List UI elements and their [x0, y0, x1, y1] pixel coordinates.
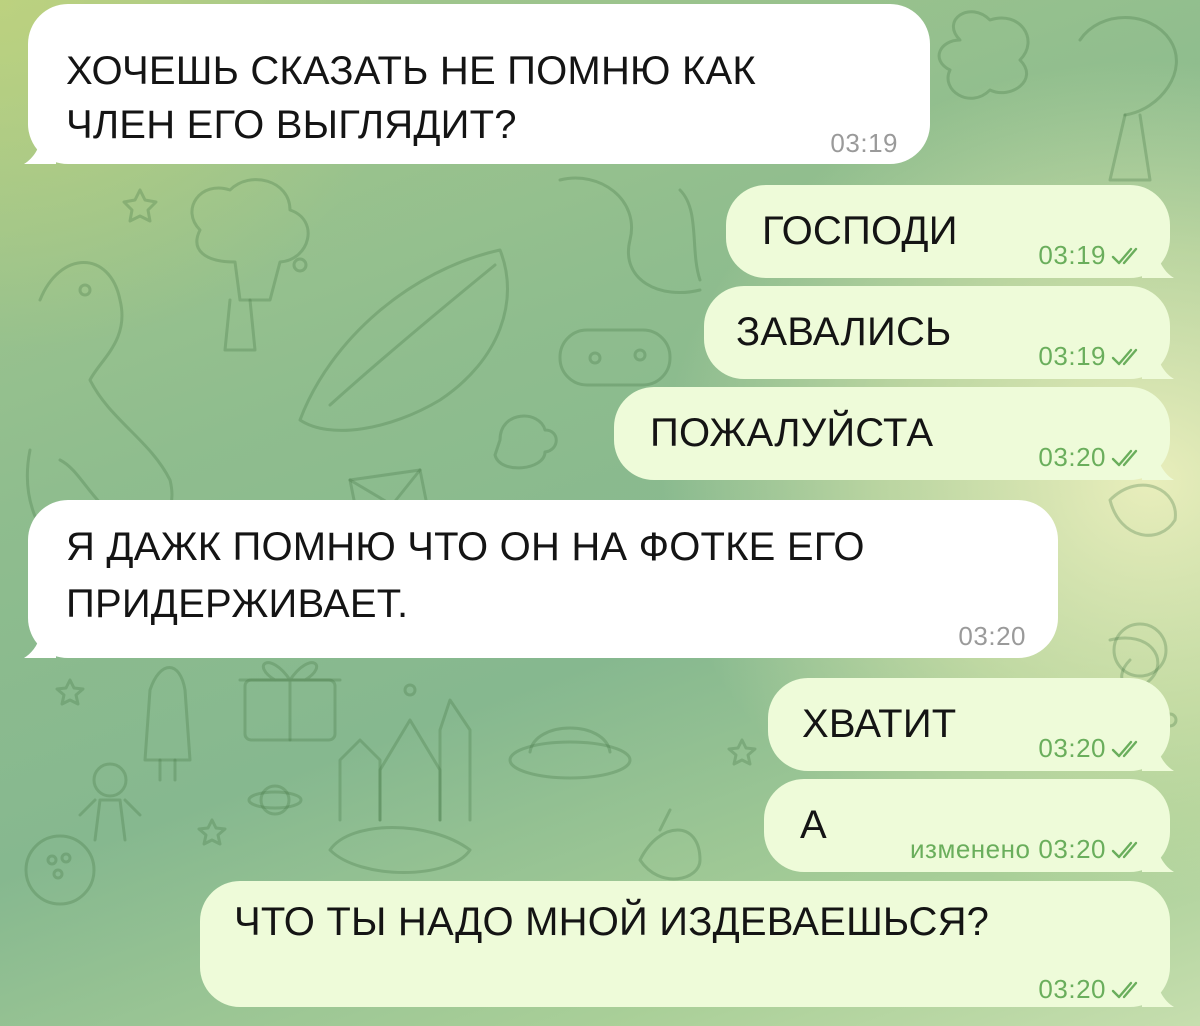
outgoing-message[interactable]: А изменено 03:20: [764, 779, 1174, 872]
message-meta: изменено 03:20: [910, 823, 1144, 876]
edited-label: изменено: [910, 834, 1031, 864]
message-meta: 03:20: [1038, 963, 1144, 1016]
double-check-icon: [1111, 981, 1138, 998]
message-text: ХВАТИТ: [802, 702, 957, 746]
incoming-message[interactable]: Я ДАЖК ПОМНЮ ЧТО ОН НА ФОТКЕ ЕГО ПРИДЕРЖ…: [24, 500, 1058, 658]
message-text-line: ЧЛЕН ЕГО ВЫГЛЯДИТ?: [66, 103, 517, 147]
message-text: ГОСПОДИ: [762, 209, 958, 253]
message-time: 03:20: [1038, 974, 1106, 1004]
incoming-message[interactable]: ХОЧЕШЬ СКАЗАТЬ НЕ ПОМНЮ КАК ЧЛЕН ЕГО ВЫГ…: [24, 4, 930, 164]
bubble-tail: [1142, 731, 1174, 771]
bubble-tail: [1142, 339, 1174, 379]
message-text: ПОЖАЛУЙСТА: [650, 411, 934, 455]
message-time: 03:19: [830, 128, 898, 158]
bubble-tail: [1142, 967, 1174, 1007]
double-check-icon: [1111, 740, 1138, 757]
message-time: 03:20: [1038, 442, 1106, 472]
message-time: 03:20: [1038, 733, 1106, 763]
message-text-line: Я ДАЖК ПОМНЮ ЧТО ОН НА ФОТКЕ ЕГО: [66, 525, 865, 569]
message-time: 03:20: [958, 621, 1026, 651]
message-text: ЗАВАЛИСЬ: [736, 310, 952, 354]
message-text-line: ПРИДЕРЖИВАЕТ.: [66, 582, 409, 626]
message-meta: 03:19: [1038, 229, 1144, 282]
double-check-icon: [1111, 348, 1138, 365]
bubble-tail: [1142, 832, 1174, 872]
bubble-tail: [24, 124, 56, 164]
message-text: ЧТО ТЫ НАДО МНОЙ ИЗДЕВАЕШЬСЯ?: [234, 900, 990, 944]
message-meta: 03:20: [958, 610, 1026, 663]
message-meta: 03:19: [1038, 330, 1144, 383]
message-time: 03:19: [1038, 240, 1106, 270]
message-text-line: ХОЧЕШЬ СКАЗАТЬ НЕ ПОМНЮ КАК: [66, 49, 756, 93]
bubble-tail: [24, 618, 56, 658]
outgoing-message[interactable]: ХВАТИТ 03:20: [768, 678, 1174, 771]
message-text: А: [800, 803, 827, 847]
outgoing-message[interactable]: ЗАВАЛИСЬ 03:19: [704, 286, 1174, 379]
bubble-tail: [1142, 440, 1174, 480]
message-time: 03:19: [1038, 341, 1106, 371]
double-check-icon: [1111, 247, 1138, 264]
message-time: 03:20: [1038, 834, 1106, 864]
message-meta: 03:20: [1038, 722, 1144, 775]
double-check-icon: [1111, 841, 1138, 858]
message-meta: 03:19: [830, 117, 898, 170]
bubble-tail: [1142, 238, 1174, 278]
outgoing-message[interactable]: ГОСПОДИ 03:19: [726, 185, 1174, 278]
outgoing-message[interactable]: ЧТО ТЫ НАДО МНОЙ ИЗДЕВАЕШЬСЯ? 03:20: [200, 881, 1174, 1007]
message-meta: 03:20: [1038, 431, 1144, 484]
double-check-icon: [1111, 449, 1138, 466]
outgoing-message[interactable]: ПОЖАЛУЙСТА 03:20: [614, 387, 1174, 480]
